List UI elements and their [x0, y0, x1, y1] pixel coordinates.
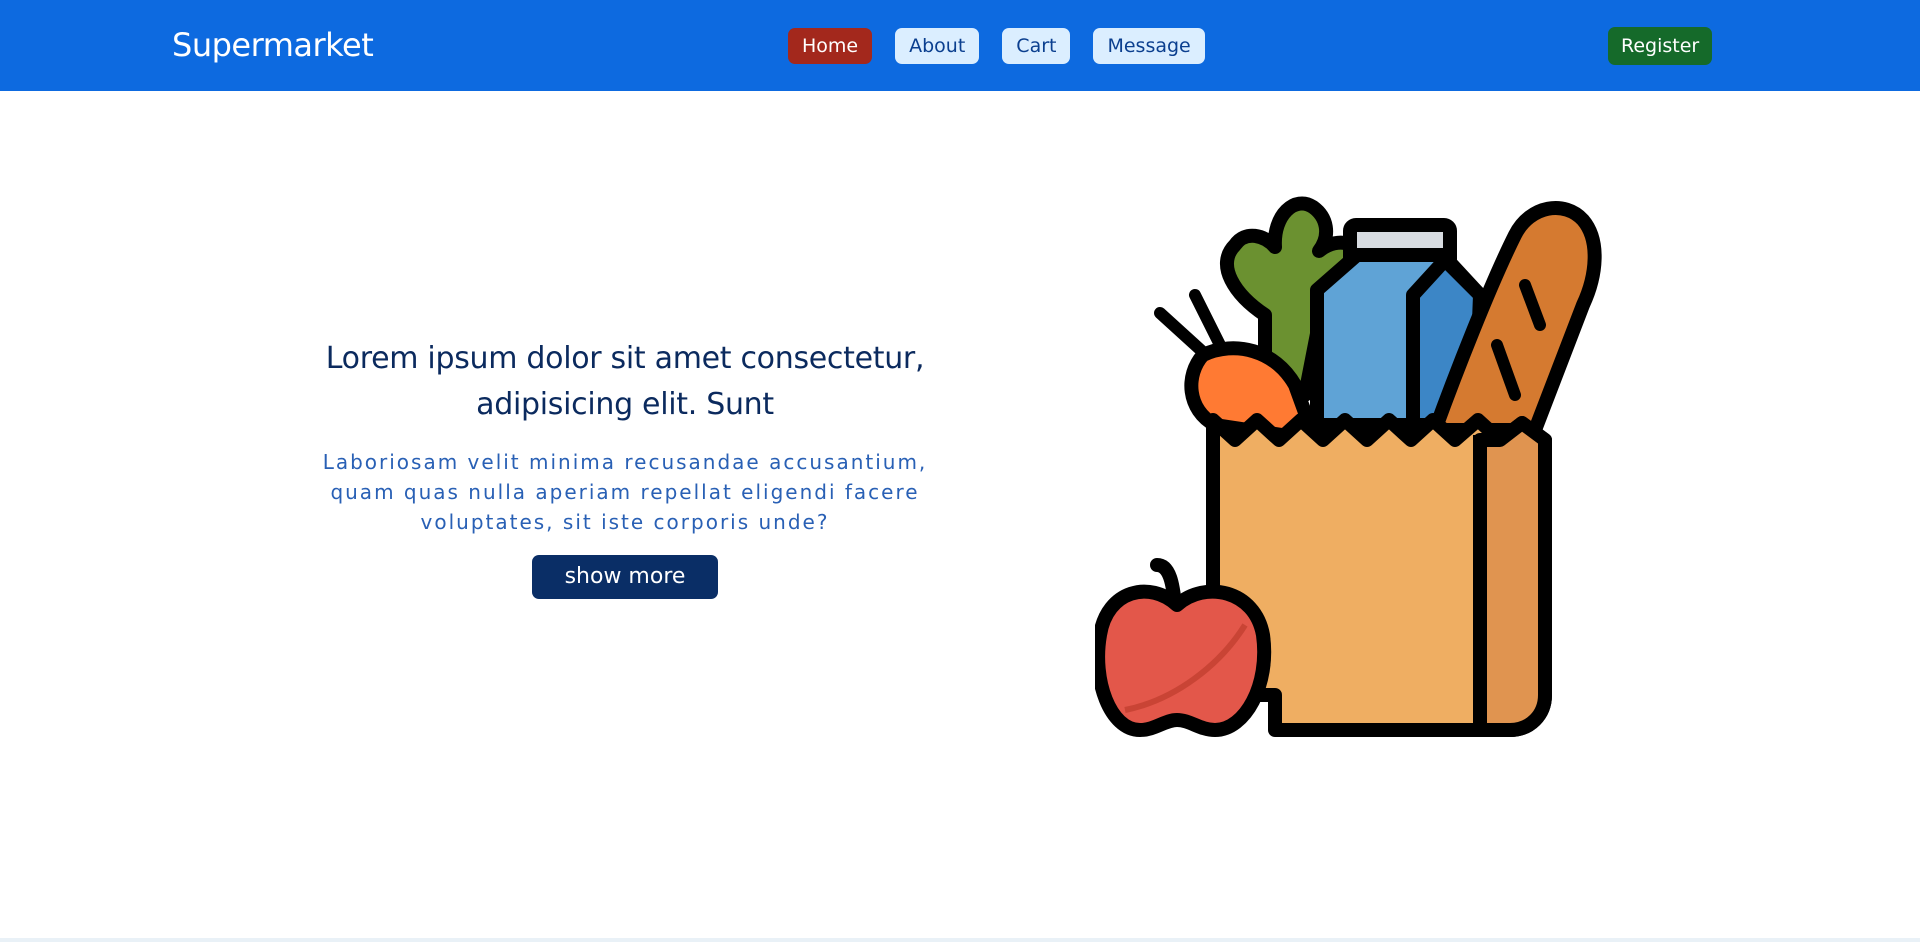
register-button[interactable]: Register — [1608, 27, 1713, 65]
brand-logo[interactable]: Supermarket — [172, 23, 374, 67]
grocery-bag-icon — [1091, 195, 1635, 745]
nav-home-button[interactable]: Home — [788, 28, 873, 64]
footer-edge — [0, 938, 1920, 942]
nav-about-button[interactable]: About — [895, 28, 980, 64]
hero-text-block: Lorem ipsum dolor sit amet consectetur, … — [300, 336, 950, 599]
navbar: Supermarket Home About Cart Message Regi… — [0, 0, 1920, 91]
hero-headline: Lorem ipsum dolor sit amet consectetur, … — [325, 341, 925, 422]
hero-subtext: Laboriosam velit minima recusandae accus… — [322, 450, 928, 534]
nav-cart-button[interactable]: Cart — [1002, 28, 1071, 64]
show-more-button[interactable]: show more — [531, 555, 719, 599]
main-nav: Home About Cart Message — [788, 28, 1205, 64]
nav-message-button[interactable]: Message — [1093, 28, 1205, 64]
